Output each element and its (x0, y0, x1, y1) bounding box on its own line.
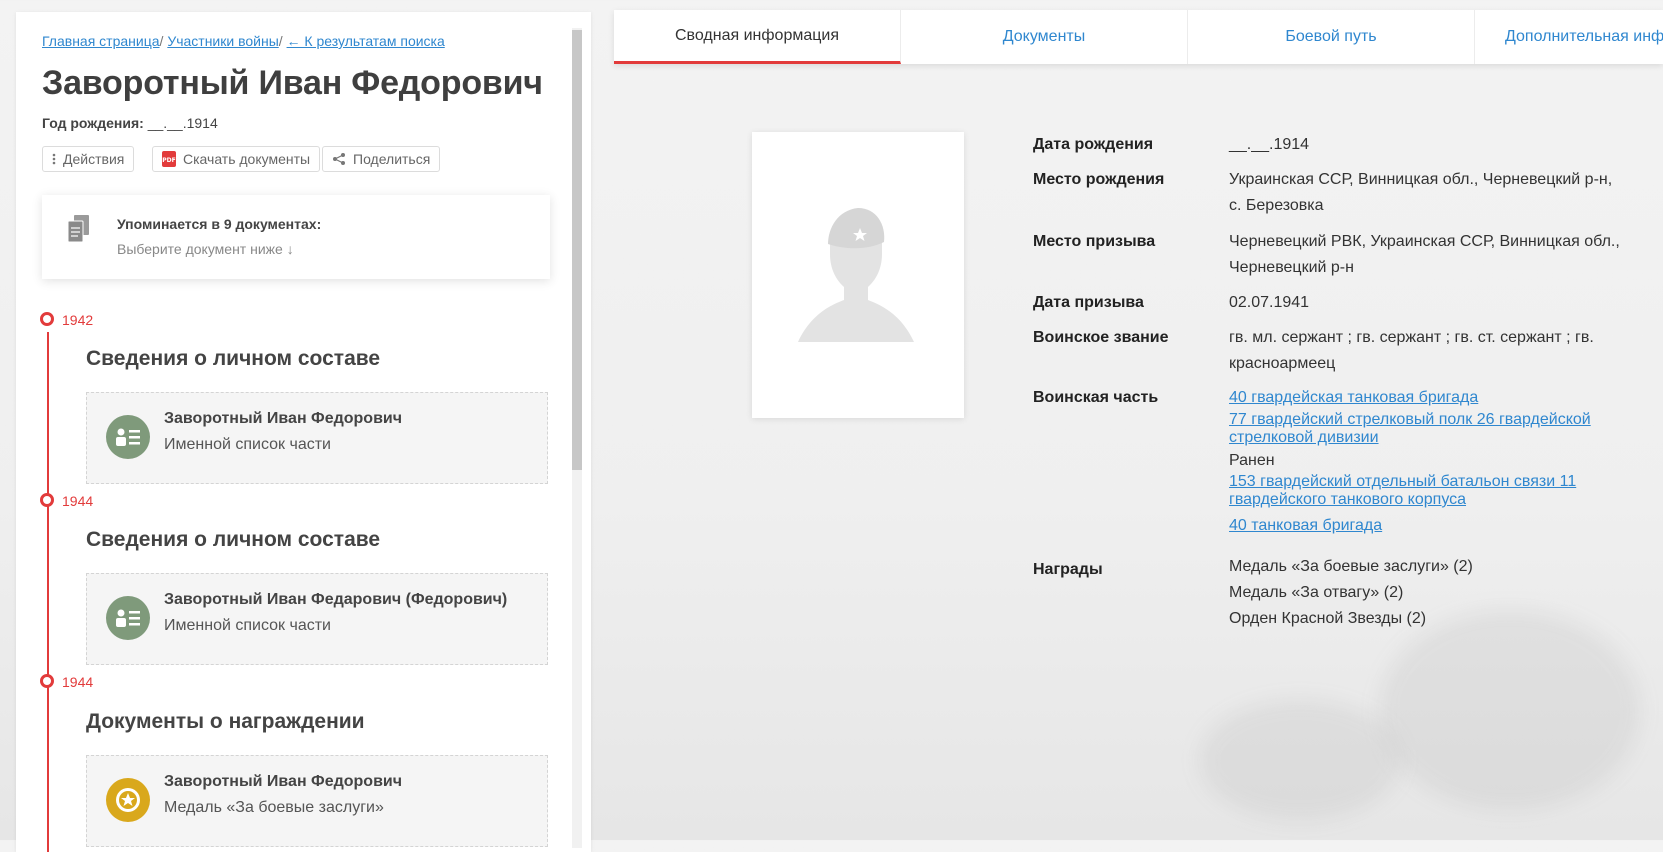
timeline-heading: Сведения о личном составе (86, 347, 381, 370)
card-person-name: Заворотный Иван Федорович (164, 410, 403, 427)
breadcrumb-separator: / (278, 33, 283, 49)
card-document-type: Медаль «За боевые заслуги» (164, 799, 384, 816)
birth-place-value: Украинская ССР, Винницкая обл., Черневец… (1229, 171, 1613, 214)
military-unit-label: Воинская часть (1033, 389, 1159, 406)
scrollbar-thumb[interactable] (572, 30, 582, 470)
timeline-card[interactable]: Заворотный Иван Федорович Именной список… (86, 392, 548, 484)
birth-year: Год рождения: __.__.1914 (42, 115, 218, 131)
timeline-year: 1944 (62, 674, 94, 690)
birth-date-value: __.__.1914 (1229, 136, 1310, 153)
timeline-year: 1944 (62, 493, 94, 509)
timeline-heading: Документы о награждении (86, 710, 365, 733)
share-icon (332, 152, 346, 166)
breadcrumb-back-link[interactable]: ← К результатам поиска (287, 33, 445, 49)
military-unit-value: 40 гвардейская танковая бригада 77 гвард… (1229, 389, 1629, 535)
award-item: Медаль «За отвагу» (2) (1229, 584, 1404, 601)
mentions-subtitle: Выберите документ ниже ↓ (117, 241, 294, 257)
timeline-dot (40, 674, 54, 688)
card-document-type: Именной список части (164, 436, 331, 453)
background-photo-shadow (1380, 610, 1640, 810)
timeline-dot (40, 493, 54, 507)
award-item: Медаль «За боевые заслуги» (2) (1229, 558, 1473, 575)
awards-label: Награды (1033, 561, 1103, 578)
share-button[interactable]: Поделиться (322, 146, 441, 172)
timeline-year: 1942 (62, 312, 94, 328)
download-documents-label: Скачать документы (183, 151, 311, 167)
personnel-list-icon (106, 415, 150, 459)
actions-button[interactable]: Действия (42, 146, 135, 172)
mentions-card: Упоминается в 9 документах: Выберите док… (42, 195, 550, 279)
birth-year-value: __.__.1914 (147, 115, 218, 131)
breadcrumb-home-link[interactable]: Главная страница (42, 33, 160, 49)
breadcrumb-participants-link[interactable]: Участники войны (167, 33, 278, 49)
draft-place-value: Черневецкий РВК, Украинская ССР, Винницк… (1229, 233, 1620, 276)
draft-place-label: Место призыва (1033, 233, 1156, 250)
kebab-menu-icon (52, 153, 56, 165)
draft-date-label: Дата призыва (1033, 294, 1144, 311)
download-documents-button[interactable]: PDF Скачать документы (152, 146, 321, 172)
person-photo-placeholder (752, 132, 964, 418)
award-item: Орден Красной Звезды (2) (1229, 610, 1427, 627)
tab-documents[interactable]: Документы (901, 10, 1188, 64)
left-panel: Главная страница/ Участники войны/ ← К р… (16, 12, 591, 852)
tab-battle-path[interactable]: Боевой путь (1188, 10, 1475, 64)
timeline-card[interactable]: Заворотный Иван Федарович (Федорович) Им… (86, 573, 548, 665)
breadcrumb: Главная страница/ Участники войны/ ← К р… (42, 33, 445, 49)
tab-summary[interactable]: Сводная информация (614, 10, 901, 64)
personnel-list-icon (106, 596, 150, 640)
mentions-title: Упоминается в 9 документах: (117, 216, 322, 232)
tab-bar: Сводная информация Документы Боевой путь… (614, 10, 1663, 64)
card-person-name: Заворотный Иван Федарович (Федорович) (164, 591, 508, 608)
soldier-silhouette-icon (798, 208, 914, 342)
medal-icon (106, 778, 150, 822)
svg-text:PDF: PDF (162, 157, 175, 164)
birth-year-label: Год рождения: (42, 115, 144, 131)
share-button-label: Поделиться (353, 151, 431, 167)
actions-button-label: Действия (63, 151, 125, 167)
pdf-icon: PDF (162, 151, 176, 167)
timeline-heading: Сведения о личном составе (86, 528, 381, 551)
unit-link[interactable]: 153 гвардейский отдельный батальон связи… (1229, 473, 1629, 509)
unit-link[interactable]: 40 танковая бригада (1229, 517, 1629, 535)
awards-value: Медаль «За боевые заслуги» (2) Медаль «З… (1229, 554, 1629, 632)
birth-date-label: Дата рождения (1033, 136, 1154, 153)
card-person-name: Заворотный Иван Федорович (164, 773, 403, 790)
documents-icon (67, 215, 90, 248)
card-document-type: Именной список части (164, 617, 331, 634)
unit-status: Ранен (1229, 452, 1275, 469)
tab-additional-info[interactable]: Дополнительная информация (1475, 10, 1663, 64)
draft-date-value: 02.07.1941 (1229, 294, 1310, 311)
timeline-dot (40, 312, 54, 326)
rank-value: гв. мл. сержант ; гв. сержант ; гв. ст. … (1229, 329, 1594, 372)
background-photo-shadow (1200, 700, 1400, 820)
rank-label: Воинское звание (1033, 329, 1169, 346)
birth-place-label: Место рождения (1033, 171, 1165, 188)
breadcrumb-separator: / (159, 33, 164, 49)
timeline-line (47, 332, 49, 852)
unit-link[interactable]: 77 гвардейский стрелковый полк 26 гварде… (1229, 411, 1629, 447)
timeline-card[interactable]: Заворотный Иван Федорович Медаль «За бое… (86, 755, 548, 847)
unit-link[interactable]: 40 гвардейская танковая бригада (1229, 389, 1629, 407)
page-title: Заворотный Иван Федорович (42, 64, 543, 102)
